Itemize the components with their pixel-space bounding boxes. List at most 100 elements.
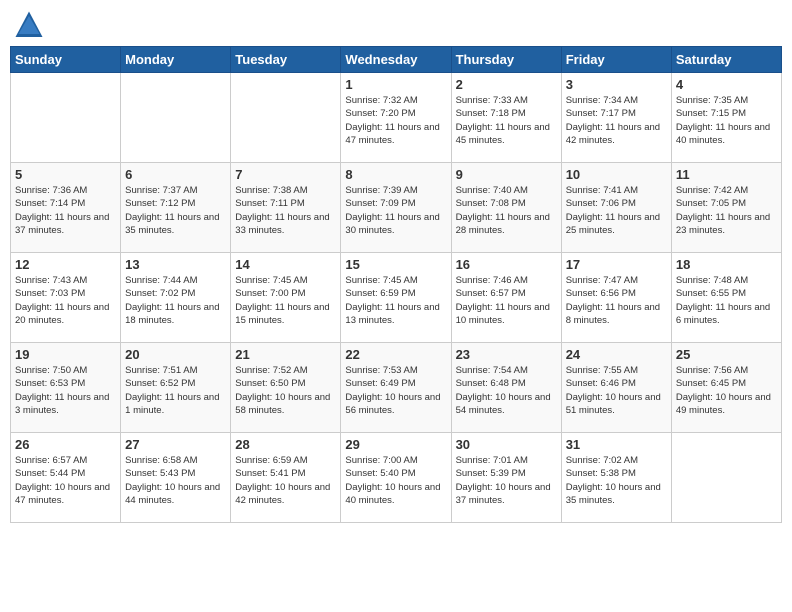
calendar-table: SundayMondayTuesdayWednesdayThursdayFrid… xyxy=(10,46,782,523)
weekday-header-monday: Monday xyxy=(121,47,231,73)
day-info: Sunrise: 7:34 AMSunset: 7:17 PMDaylight:… xyxy=(566,94,667,147)
day-info: Sunrise: 7:37 AMSunset: 7:12 PMDaylight:… xyxy=(125,184,226,237)
calendar-cell: 1 Sunrise: 7:32 AMSunset: 7:20 PMDaylight… xyxy=(341,73,451,163)
calendar-cell xyxy=(231,73,341,163)
day-number: 26 xyxy=(15,437,116,452)
calendar-cell: 25Sunrise: 7:56 AMSunset: 6:45 PMDayligh… xyxy=(671,343,781,433)
day-number: 3 xyxy=(566,77,667,92)
day-info: Sunrise: 7:41 AMSunset: 7:06 PMDaylight:… xyxy=(566,184,667,237)
day-number: 24 xyxy=(566,347,667,362)
day-info: Sunrise: 6:59 AMSunset: 5:41 PMDaylight:… xyxy=(235,454,336,507)
calendar-cell xyxy=(121,73,231,163)
calendar-cell xyxy=(11,73,121,163)
calendar-cell: 5Sunrise: 7:36 AMSunset: 7:14 PMDaylight… xyxy=(11,163,121,253)
weekday-header-friday: Friday xyxy=(561,47,671,73)
calendar-cell: 15 Sunrise: 7:45 AMSunset: 6:59 PMDayligh… xyxy=(341,253,451,343)
calendar-cell: 27Sunrise: 6:58 AMSunset: 5:43 PMDayligh… xyxy=(121,433,231,523)
logo-icon xyxy=(14,10,44,40)
page-container: SundayMondayTuesdayWednesdayThursdayFrid… xyxy=(10,10,782,523)
calendar-cell: 18 Sunrise: 7:48 AMSunset: 6:55 PMDayligh… xyxy=(671,253,781,343)
day-info: Sunrise: 7:52 AMSunset: 6:50 PMDaylight:… xyxy=(235,364,336,417)
calendar-cell xyxy=(671,433,781,523)
day-number: 13 xyxy=(125,257,226,272)
day-info: Sunrise: 7:45 AMSunset: 7:00 PMDaylight:… xyxy=(235,274,336,327)
calendar-cell: 21 Sunrise: 7:52 AMSunset: 6:50 PMDayligh… xyxy=(231,343,341,433)
weekday-header-thursday: Thursday xyxy=(451,47,561,73)
weekday-header-saturday: Saturday xyxy=(671,47,781,73)
day-number: 17 xyxy=(566,257,667,272)
day-number: 7 xyxy=(235,167,336,182)
day-info: Sunrise: 7:54 AMSunset: 6:48 PMDaylight:… xyxy=(456,364,557,417)
weekday-header-sunday: Sunday xyxy=(11,47,121,73)
calendar-cell: 28 Sunrise: 6:59 AMSunset: 5:41 PMDayligh… xyxy=(231,433,341,523)
day-info: Sunrise: 7:55 AMSunset: 6:46 PMDaylight:… xyxy=(566,364,667,417)
day-info: Sunrise: 7:46 AMSunset: 6:57 PMDaylight:… xyxy=(456,274,557,327)
calendar-cell: 7 Sunrise: 7:38 AMSunset: 7:11 PMDaylight… xyxy=(231,163,341,253)
day-info: Sunrise: 7:51 AMSunset: 6:52 PMDaylight:… xyxy=(125,364,226,417)
day-number: 30 xyxy=(456,437,557,452)
calendar-cell: 16 Sunrise: 7:46 AMSunset: 6:57 PMDayligh… xyxy=(451,253,561,343)
day-number: 6 xyxy=(125,167,226,182)
calendar-cell: 13 Sunrise: 7:44 AMSunset: 7:02 PMDayligh… xyxy=(121,253,231,343)
day-info: Sunrise: 7:35 AMSunset: 7:15 PMDaylight:… xyxy=(676,94,777,147)
calendar-cell: 6 Sunrise: 7:37 AMSunset: 7:12 PMDaylight… xyxy=(121,163,231,253)
calendar-cell: 29 Sunrise: 7:00 AMSunset: 5:40 PMDayligh… xyxy=(341,433,451,523)
calendar-cell: 30 Sunrise: 7:01 AMSunset: 5:39 PMDayligh… xyxy=(451,433,561,523)
logo xyxy=(14,10,50,40)
week-row-5: 26 Sunrise: 6:57 AMSunset: 5:44 PMDayligh… xyxy=(11,433,782,523)
day-info: Sunrise: 7:00 AMSunset: 5:40 PMDaylight:… xyxy=(345,454,446,507)
day-info: Sunrise: 7:38 AMSunset: 7:11 PMDaylight:… xyxy=(235,184,336,237)
day-info: Sunrise: 7:01 AMSunset: 5:39 PMDaylight:… xyxy=(456,454,557,507)
day-info: Sunrise: 7:56 AMSunset: 6:45 PMDaylight:… xyxy=(676,364,777,417)
day-number: 16 xyxy=(456,257,557,272)
day-info: Sunrise: 7:43 AMSunset: 7:03 PMDaylight:… xyxy=(15,274,116,327)
day-info: Sunrise: 7:53 AMSunset: 6:49 PMDaylight:… xyxy=(345,364,446,417)
calendar-cell: 11 Sunrise: 7:42 AMSunset: 7:05 PMDayligh… xyxy=(671,163,781,253)
calendar-cell: 26 Sunrise: 6:57 AMSunset: 5:44 PMDayligh… xyxy=(11,433,121,523)
day-number: 2 xyxy=(456,77,557,92)
day-number: 29 xyxy=(345,437,446,452)
calendar-cell: 20 Sunrise: 7:51 AMSunset: 6:52 PMDayligh… xyxy=(121,343,231,433)
day-info: Sunrise: 7:44 AMSunset: 7:02 PMDaylight:… xyxy=(125,274,226,327)
day-info: Sunrise: 7:39 AMSunset: 7:09 PMDaylight:… xyxy=(345,184,446,237)
calendar-cell: 31 Sunrise: 7:02 AMSunset: 5:38 PMDayligh… xyxy=(561,433,671,523)
calendar-cell: 24 Sunrise: 7:55 AMSunset: 6:46 PMDayligh… xyxy=(561,343,671,433)
header xyxy=(10,10,782,40)
day-number: 9 xyxy=(456,167,557,182)
day-info: Sunrise: 7:48 AMSunset: 6:55 PMDaylight:… xyxy=(676,274,777,327)
day-info: Sunrise: 7:02 AMSunset: 5:38 PMDaylight:… xyxy=(566,454,667,507)
day-info: Sunrise: 7:42 AMSunset: 7:05 PMDaylight:… xyxy=(676,184,777,237)
day-info: Sunrise: 6:57 AMSunset: 5:44 PMDaylight:… xyxy=(15,454,116,507)
day-number: 18 xyxy=(676,257,777,272)
day-info: Sunrise: 7:40 AMSunset: 7:08 PMDaylight:… xyxy=(456,184,557,237)
day-number: 10 xyxy=(566,167,667,182)
day-number: 27 xyxy=(125,437,226,452)
day-number: 5 xyxy=(15,167,116,182)
calendar-cell: 10 Sunrise: 7:41 AMSunset: 7:06 PMDayligh… xyxy=(561,163,671,253)
calendar-cell: 9 Sunrise: 7:40 AMSunset: 7:08 PMDaylight… xyxy=(451,163,561,253)
day-info: Sunrise: 7:32 AMSunset: 7:20 PMDaylight:… xyxy=(345,94,446,147)
day-info: Sunrise: 7:50 AMSunset: 6:53 PMDaylight:… xyxy=(15,364,116,417)
week-row-2: 5Sunrise: 7:36 AMSunset: 7:14 PMDaylight… xyxy=(11,163,782,253)
day-number: 20 xyxy=(125,347,226,362)
calendar-cell: 23Sunrise: 7:54 AMSunset: 6:48 PMDayligh… xyxy=(451,343,561,433)
day-number: 15 xyxy=(345,257,446,272)
calendar-cell: 4 Sunrise: 7:35 AMSunset: 7:15 PMDaylight… xyxy=(671,73,781,163)
day-number: 31 xyxy=(566,437,667,452)
day-number: 8 xyxy=(345,167,446,182)
day-number: 19 xyxy=(15,347,116,362)
calendar-cell: 17 Sunrise: 7:47 AMSunset: 6:56 PMDayligh… xyxy=(561,253,671,343)
day-number: 12 xyxy=(15,257,116,272)
weekday-header-row: SundayMondayTuesdayWednesdayThursdayFrid… xyxy=(11,47,782,73)
day-number: 28 xyxy=(235,437,336,452)
day-number: 11 xyxy=(676,167,777,182)
day-number: 4 xyxy=(676,77,777,92)
day-info: Sunrise: 7:45 AMSunset: 6:59 PMDaylight:… xyxy=(345,274,446,327)
day-number: 21 xyxy=(235,347,336,362)
day-number: 1 xyxy=(345,77,446,92)
calendar-cell: 22Sunrise: 7:53 AMSunset: 6:49 PMDayligh… xyxy=(341,343,451,433)
calendar-cell: 12 Sunrise: 7:43 AMSunset: 7:03 PMDayligh… xyxy=(11,253,121,343)
week-row-1: 1 Sunrise: 7:32 AMSunset: 7:20 PMDaylight… xyxy=(11,73,782,163)
day-info: Sunrise: 7:47 AMSunset: 6:56 PMDaylight:… xyxy=(566,274,667,327)
calendar-cell: 19 Sunrise: 7:50 AMSunset: 6:53 PMDayligh… xyxy=(11,343,121,433)
